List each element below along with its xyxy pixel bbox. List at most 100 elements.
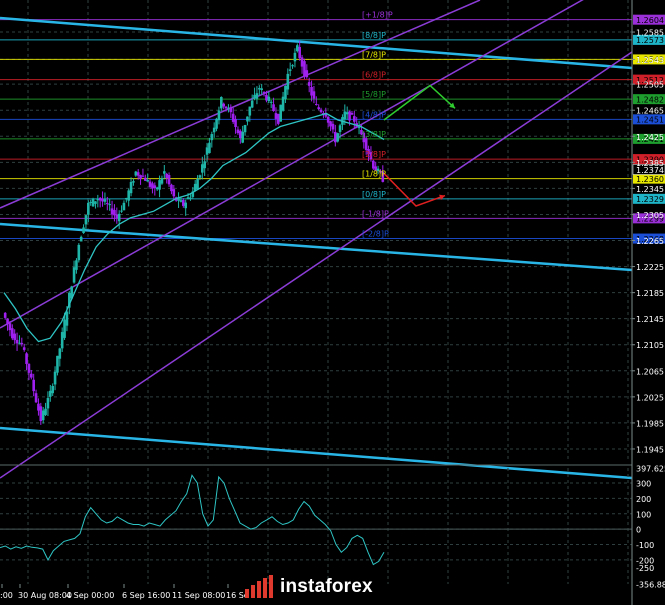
candle-body	[32, 379, 35, 392]
oscillator-tick-label: -100	[636, 541, 654, 550]
price-tick-label: 1.2345	[636, 185, 664, 194]
candle-body	[345, 112, 349, 115]
chart-root: 1.26041.25731.25431.25121.24821.24511.24…	[0, 0, 665, 605]
price-tick-label: 1.2465	[636, 107, 664, 116]
candle-body	[262, 91, 266, 93]
candle-body	[34, 393, 38, 403]
price-tick-label: 1.2225	[636, 263, 664, 272]
candle-body	[141, 175, 145, 177]
candle-body	[336, 133, 339, 142]
price-tick-label: 1.2105	[636, 341, 664, 350]
oscillator-tick-label: -250	[636, 564, 654, 573]
candle-body	[82, 227, 85, 234]
candle-body	[291, 65, 294, 67]
price-tick-label: 1.1945	[636, 445, 664, 454]
candle-body	[300, 57, 304, 67]
candle-body	[120, 210, 123, 212]
murrey-level-label: [2/8]P	[362, 150, 386, 159]
price-tick-label: 1.2265	[636, 237, 664, 246]
oscillator-tick-label: -356.8851	[636, 581, 665, 590]
candle-body	[84, 215, 88, 225]
candle-body	[227, 107, 230, 109]
candle-body	[148, 181, 152, 187]
murrey-level-label: [0/8]P	[362, 190, 386, 199]
candle-body	[229, 107, 233, 113]
candle-body	[179, 200, 183, 202]
candle-body	[20, 342, 24, 345]
candle-body	[312, 91, 316, 99]
candle-body	[196, 178, 199, 190]
candle-body	[6, 318, 9, 324]
oscillator-tick-label: 300	[636, 480, 651, 489]
oscillator-tick-label: 397.6254	[636, 465, 665, 474]
candle-body	[136, 172, 140, 176]
candle-body	[106, 203, 109, 205]
candle-body	[319, 109, 323, 113]
candle-body	[182, 200, 185, 206]
candle-body	[91, 198, 95, 207]
candle-body	[255, 93, 259, 99]
candle-body	[203, 161, 206, 169]
time-tick-label: 30 Aug 08:00	[18, 591, 72, 600]
candle-body	[172, 189, 176, 197]
candle-body	[18, 342, 21, 344]
candle-body	[96, 199, 100, 201]
candle-body	[222, 103, 225, 107]
candle-body	[350, 113, 354, 115]
candle-body	[265, 94, 268, 101]
candle-body	[134, 171, 138, 176]
candle-body	[217, 110, 221, 121]
candle-body	[246, 116, 249, 122]
murrey-level-label: [6/8]P	[362, 71, 386, 80]
candle-body	[30, 373, 33, 378]
murrey-price-tag-label: 1.2482	[636, 95, 664, 104]
oscillator-tick-label: 100	[636, 510, 651, 519]
candle-body	[77, 244, 81, 261]
candle-body	[158, 180, 161, 190]
candle-body	[65, 311, 69, 326]
candle-body	[63, 319, 66, 338]
price-tick-label: 1.2025	[636, 393, 664, 402]
candle-body	[234, 119, 237, 128]
time-tick-label: 4 Sep 00:00	[66, 591, 114, 600]
candle-body	[243, 124, 247, 133]
price-tick-label: 1.2065	[636, 367, 664, 376]
candle-body	[155, 187, 159, 190]
candle-body	[343, 111, 347, 120]
candle-body	[372, 160, 375, 169]
price-tick-label: 1.1985	[636, 419, 664, 428]
candle-body	[303, 61, 306, 77]
candle-body	[315, 104, 318, 106]
candle-body	[127, 190, 130, 201]
murrey-price-tag-label: 1.2451	[636, 116, 664, 125]
candle-body	[129, 181, 133, 194]
time-tick-label: 11 Sep 08:00	[172, 591, 225, 600]
candle-body	[49, 390, 52, 397]
candle-body	[51, 385, 54, 394]
murrey-level-label: [3/8]P	[362, 130, 386, 139]
candle-body	[298, 46, 301, 59]
price-tick-label: 1.2505	[636, 81, 664, 90]
candle-body	[310, 86, 313, 96]
candle-body	[167, 175, 171, 185]
time-tick-label: 6 Sep 16:00	[122, 591, 170, 600]
price-tick-label: 1.2385	[636, 159, 664, 168]
candle-body	[60, 332, 64, 349]
murrey-level-label: [-1/8]P	[362, 209, 389, 218]
candle-body	[72, 267, 76, 283]
candle-body	[364, 138, 368, 150]
candle-body	[108, 204, 111, 206]
candle-body	[248, 106, 252, 116]
oscillator-tick-label: 0	[636, 526, 641, 535]
murrey-level-label: [4/8]P	[362, 110, 386, 119]
candle-body	[89, 201, 92, 203]
candle-body	[236, 129, 240, 134]
candle-body	[103, 199, 107, 202]
candle-body	[101, 198, 104, 202]
candle-body	[58, 348, 62, 359]
candle-body	[331, 123, 335, 130]
price-tick-label: 1.2585	[636, 29, 664, 38]
watermark-text: instaforex	[280, 576, 373, 597]
oscillator-tick-label: 200	[636, 495, 651, 504]
candle-body	[274, 113, 278, 119]
